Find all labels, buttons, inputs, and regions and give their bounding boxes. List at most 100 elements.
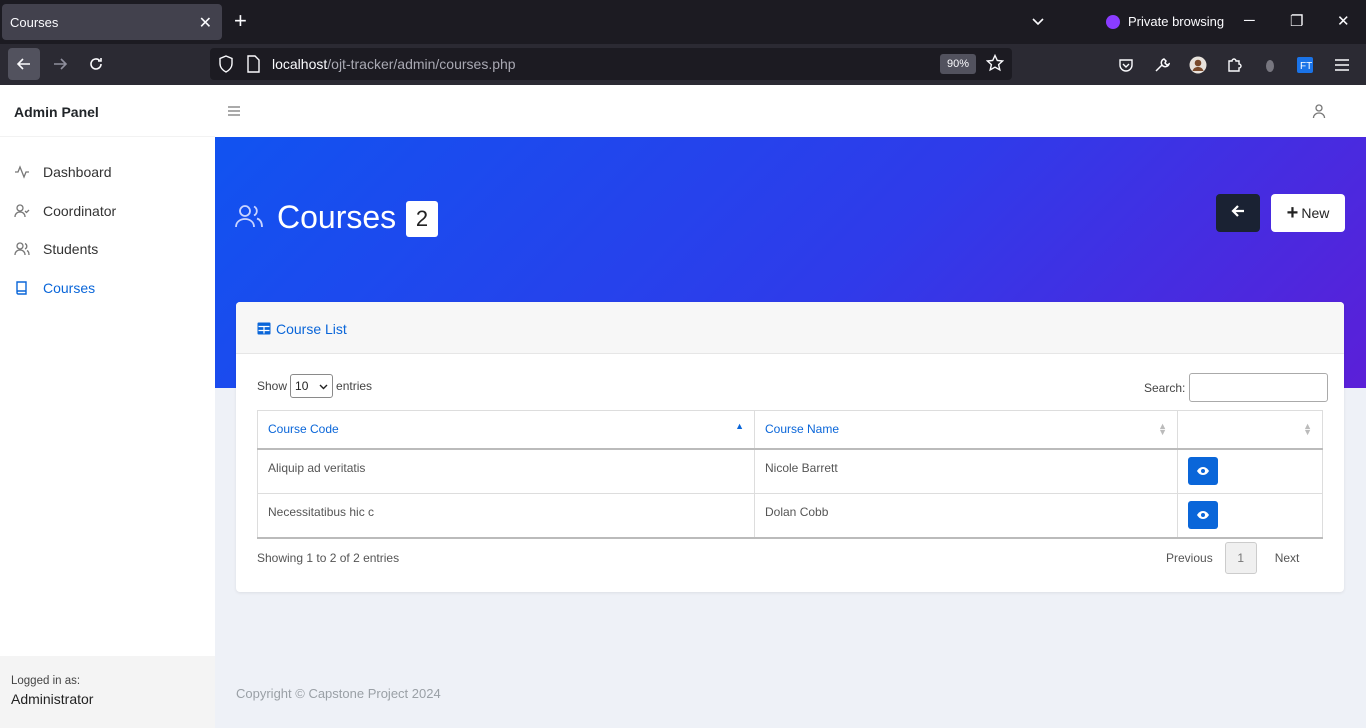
page-title: Courses (277, 199, 397, 235)
plus-icon: + (1286, 202, 1299, 224)
hamburger-menu-icon[interactable] (1333, 56, 1351, 74)
previous-page-button[interactable]: Previous (1166, 551, 1213, 565)
column-header-actions[interactable]: ▲ ▼ (1177, 410, 1323, 450)
view-button[interactable] (1188, 501, 1218, 529)
sidebar-item-label: Students (43, 241, 99, 258)
sidebar-item-label: Coordinator (43, 202, 117, 219)
activity-icon (14, 164, 30, 180)
search-control: Search: (1144, 373, 1329, 402)
pagination: Previous 1 Next (1166, 542, 1299, 574)
course-code-cell: Necessitatibus hic c (257, 492, 755, 539)
column-header-course-code[interactable]: Course Code ▲ (257, 410, 755, 450)
course-table: Course Code ▲ Course Name ▲ ▼ ▲ ▼ Aliquip … (257, 410, 1323, 539)
sidebar-toggle-icon[interactable] (227, 104, 241, 122)
logged-in-label: Logged in as: (11, 675, 81, 687)
sidebar-footer: Logged in as: Administrator (0, 656, 215, 728)
column-header-label: Course Code (268, 422, 339, 437)
view-button[interactable] (1188, 457, 1218, 485)
table-icon (257, 322, 271, 338)
show-label: Show (257, 379, 288, 393)
new-tab-icon[interactable]: + (234, 10, 247, 32)
window-close-icon[interactable]: ✕ (1337, 12, 1350, 30)
brand-title[interactable]: Admin Panel (0, 85, 215, 137)
sidebar-item-coordinator[interactable]: Coordinator (0, 192, 215, 231)
arrow-left-icon (1230, 203, 1246, 224)
restore-icon[interactable]: ❐ (1290, 12, 1303, 30)
entries-select-value: 10 (295, 379, 309, 393)
entries-label: entries (336, 379, 373, 393)
table-info: Showing 1 to 2 of 2 entries (257, 551, 400, 565)
search-label: Search: (1144, 380, 1186, 395)
sidebar-item-label: Dashboard (43, 164, 112, 181)
zoom-level[interactable]: 90% (940, 54, 976, 74)
course-list-card: Course List Show 10 entries Search: Cour… (236, 302, 1344, 592)
top-bar (215, 85, 1366, 137)
user-menu-icon[interactable] (1312, 103, 1326, 124)
card-header: Course List (236, 302, 1344, 354)
close-tab-icon[interactable]: ✕ (199, 13, 212, 33)
browser-tab[interactable]: Courses ✕ (2, 4, 222, 40)
count-badge: 2 (406, 201, 438, 237)
new-course-button[interactable]: + New (1271, 194, 1345, 232)
url-text[interactable]: localhost/ojt-tracker/admin/courses.php (272, 56, 516, 72)
url-host: localhost (272, 56, 328, 72)
extension-blue-icon[interactable]: FT (1296, 56, 1314, 74)
browser-tabbar: Courses ✕ + Private browsing ─ ❐ ✕ (0, 0, 1366, 44)
eye-icon (1197, 467, 1209, 475)
tracking-shield-icon[interactable] (218, 55, 234, 78)
profile-avatar-icon[interactable] (1189, 56, 1207, 74)
private-browsing-indicator: Private browsing (1106, 14, 1224, 29)
course-name-cell: Nicole Barrett (754, 448, 1178, 494)
back-icon[interactable] (8, 48, 40, 80)
bookmark-star-icon[interactable] (985, 53, 1005, 77)
current-page-button[interactable]: 1 (1224, 542, 1257, 574)
logged-in-user: Administrator (11, 691, 94, 707)
sidebar-item-courses[interactable]: Courses (0, 269, 215, 308)
extension-gray-icon[interactable] (1261, 56, 1279, 74)
minimize-icon[interactable]: ─ (1244, 12, 1255, 29)
course-name-cell: Dolan Cobb (754, 492, 1178, 539)
table-row: Necessitatibus hic c Dolan Cobb (257, 492, 1323, 539)
private-mask-icon (1106, 14, 1120, 29)
eye-icon (1197, 511, 1209, 519)
browser-navbar: localhost/ojt-tracker/admin/courses.php … (0, 44, 1366, 85)
sidebar-item-students[interactable]: Students (0, 230, 215, 269)
tab-title: Courses (10, 15, 59, 30)
sidebar-item-label: Courses (43, 279, 96, 296)
card-title: Course List (276, 321, 347, 337)
pocket-icon[interactable] (1117, 56, 1135, 74)
private-browsing-label: Private browsing (1128, 14, 1225, 29)
book-icon (14, 280, 30, 296)
sort-icon: ▲ ▼ (1158, 421, 1167, 437)
back-button[interactable] (1216, 194, 1260, 232)
column-header-course-name[interactable]: Course Name ▲ ▼ (754, 410, 1178, 450)
column-header-label: Course Name (765, 422, 840, 437)
wrench-icon[interactable] (1153, 56, 1171, 74)
entries-select[interactable]: 10 (290, 374, 334, 398)
actions-cell (1177, 448, 1323, 494)
sort-icon: ▲ ▼ (1303, 421, 1312, 437)
svg-text:FT: FT (1300, 61, 1312, 72)
sidebar: Admin Panel Dashboard Coordinator Studen… (0, 85, 215, 728)
reload-icon[interactable] (80, 48, 112, 80)
sidebar-item-dashboard[interactable]: Dashboard (0, 153, 215, 192)
users-icon (235, 203, 263, 234)
table-row: Aliquip ad veritatis Nicole Barrett (257, 448, 1323, 494)
forward-icon[interactable] (44, 48, 76, 80)
next-page-button[interactable]: Next (1275, 551, 1300, 565)
sort-ascending-icon: ▲ (735, 421, 744, 431)
search-input[interactable] (1189, 373, 1329, 402)
url-bar[interactable]: localhost/ojt-tracker/admin/courses.php … (210, 48, 1012, 80)
page-length-control: Show 10 entries (257, 374, 372, 398)
sidebar-menu: Dashboard Coordinator Students Courses (0, 137, 215, 307)
extensions-puzzle-icon[interactable] (1225, 56, 1243, 74)
tab-list-chevron-icon[interactable] (1031, 14, 1045, 33)
new-button-label: New (1301, 205, 1330, 221)
page-info-icon[interactable] (246, 55, 260, 78)
users-icon (14, 241, 30, 257)
chevron-down-icon (319, 379, 328, 393)
course-code-cell: Aliquip ad veritatis (257, 448, 755, 494)
copyright-text: Copyright © Capstone Project 2024 (236, 686, 441, 701)
url-path: /ojt-tracker/admin/courses.php (327, 56, 516, 72)
user-check-icon (14, 203, 30, 219)
